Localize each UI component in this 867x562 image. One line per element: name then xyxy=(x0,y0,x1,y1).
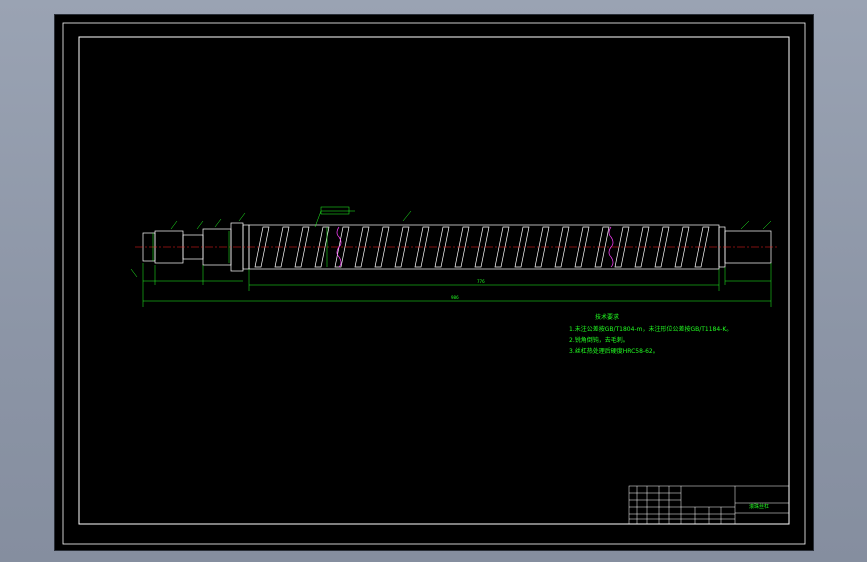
title-block-name: 滚珠丝杠 xyxy=(749,504,770,510)
thread-length-dim: 776 xyxy=(477,279,485,284)
tech-requirement-line-3: 3.丝杠热处理后硬度HRC58-62。 xyxy=(569,348,659,355)
overall-length-dim: 986 xyxy=(451,295,459,300)
tech-requirement-line-1: 1.未注公差按GB/T1804-m，未注形位公差按GB/T1184-K。 xyxy=(569,326,733,333)
dimension-lines xyxy=(130,206,772,307)
tech-requirement-line-2: 2.锐角倒钝，去毛刺。 xyxy=(569,337,629,344)
outer-frame xyxy=(62,22,806,545)
cad-viewport[interactable]: 技术要求 1.未注公差按GB/T1804-m，未注形位公差按GB/T1184-K… xyxy=(54,14,814,551)
engineering-drawing xyxy=(62,22,806,545)
inner-frame xyxy=(78,36,790,525)
tech-requirements-title: 技术要求 xyxy=(595,314,620,321)
